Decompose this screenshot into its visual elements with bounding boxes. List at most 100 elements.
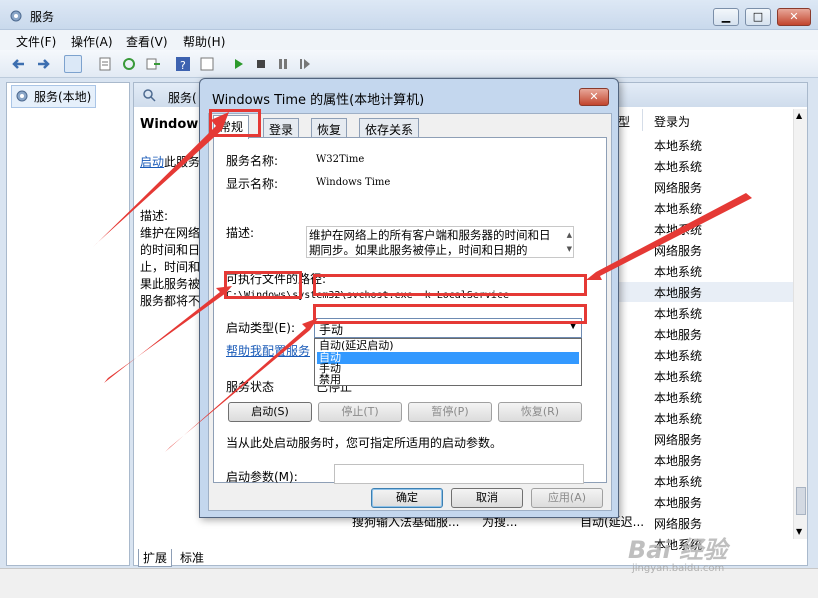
- column-header-startup-type[interactable]: 型: [618, 113, 630, 130]
- help-configure-link[interactable]: 帮助我配置服务: [226, 342, 310, 359]
- tab-standard[interactable]: 标准: [176, 549, 208, 566]
- tab-logon[interactable]: 登录: [263, 118, 300, 138]
- startup-type-label: 启动类型(E):: [226, 321, 295, 335]
- logon-cell[interactable]: 本地服务: [654, 326, 702, 343]
- logon-cell[interactable]: 本地系统: [654, 410, 702, 427]
- start-params-hint: 当从此处启动服务时，您可指定所适用的启动参数。: [226, 436, 503, 450]
- restart-icon[interactable]: [296, 55, 314, 73]
- description-scroll-icon[interactable]: ▲ ▼: [567, 228, 572, 256]
- show-tree-icon[interactable]: [64, 55, 82, 73]
- tab-extended[interactable]: 扩展: [138, 549, 173, 567]
- refresh-icon[interactable]: [120, 55, 138, 73]
- console-tree: 服务(本地): [6, 82, 130, 566]
- scroll-down-icon[interactable]: ▼: [796, 527, 802, 536]
- minimize-button[interactable]: ▁: [713, 8, 739, 26]
- tab-dependencies[interactable]: 依存关系: [359, 118, 420, 138]
- logon-cell[interactable]: 网络服务: [654, 431, 702, 448]
- menu-action[interactable]: 操作(A): [71, 33, 113, 50]
- stop-icon[interactable]: [252, 55, 270, 73]
- start-button[interactable]: 启动(S): [228, 402, 312, 422]
- tree-node-services-local[interactable]: 服务(本地): [11, 85, 97, 108]
- start-service-link[interactable]: 启动: [140, 153, 164, 170]
- service-desc-line: 果此服务被: [140, 277, 201, 291]
- logon-cell[interactable]: 本地系统: [654, 305, 702, 322]
- column-separator[interactable]: [642, 109, 643, 131]
- resume-button[interactable]: 恢复(R): [498, 402, 582, 422]
- logon-cell[interactable]: 本地系统: [654, 389, 702, 406]
- help-icon[interactable]: ?: [174, 55, 192, 73]
- maximize-button[interactable]: □: [745, 8, 771, 26]
- apply-button[interactable]: 应用(A): [531, 488, 603, 508]
- service-name-label: 服务名称:: [226, 154, 279, 168]
- startup-type-dropdown: 自动(延迟启动) 自动 手动 禁用: [314, 338, 582, 386]
- dialog-close-button[interactable]: ✕: [579, 88, 609, 106]
- search-icon: [143, 89, 156, 102]
- close-button[interactable]: ✕: [777, 8, 811, 26]
- description-label: 描述:: [226, 226, 255, 240]
- menu-help[interactable]: 帮助(H): [183, 33, 225, 50]
- pause-icon[interactable]: [274, 55, 292, 73]
- cancel-button[interactable]: 取消: [451, 488, 523, 508]
- vertical-scrollbar[interactable]: ▲ ▼: [793, 109, 807, 539]
- logon-cell[interactable]: 本地系统: [654, 137, 702, 154]
- startup-type-value: 手动: [319, 323, 344, 337]
- column-header-logon[interactable]: 登录为: [654, 113, 690, 130]
- scroll-thumb[interactable]: [796, 487, 806, 515]
- logon-cell[interactable]: 本地服务: [654, 452, 702, 469]
- logon-cell[interactable]: 本地服务: [654, 284, 702, 301]
- title-bar: 服务 ▁ □ ✕: [0, 0, 818, 30]
- tree-node-label: 服务(本地): [34, 90, 92, 104]
- logon-cell[interactable]: 网络服务: [654, 242, 702, 259]
- logon-cell[interactable]: 本地系统: [654, 158, 702, 175]
- logon-cell[interactable]: 本地系统: [654, 473, 702, 490]
- services-gear-icon: [16, 90, 28, 102]
- service-desc-line: 服务都将不: [140, 294, 201, 308]
- start-service-suffix: 此服务: [164, 155, 201, 169]
- description-box[interactable]: 维护在网络上的所有客户端和服务器的时间和日期同步。如果此服务被停止，时间和日期的…: [306, 226, 574, 258]
- service-status-label: 服务状态: [226, 380, 275, 394]
- back-arrow-icon[interactable]: [10, 55, 28, 73]
- pause-button[interactable]: 暂停(P): [408, 402, 492, 422]
- service-desc-line: 的时间和日: [140, 243, 201, 257]
- dialog-title: Windows Time 的属性(本地计算机): [212, 93, 425, 108]
- startup-option-auto-delayed[interactable]: 自动(延迟启动): [317, 340, 579, 352]
- scroll-up-icon[interactable]: ▲: [796, 111, 802, 120]
- display-name-value: Windows Time: [316, 177, 391, 188]
- logon-cell[interactable]: 本地系统: [654, 221, 702, 238]
- console-icon[interactable]: [198, 55, 216, 73]
- start-params-input[interactable]: [334, 464, 584, 484]
- window-title: 服务: [30, 10, 55, 24]
- selected-row-highlight: [612, 282, 794, 302]
- export-list-icon[interactable]: [144, 55, 162, 73]
- toolbar: ?: [0, 50, 818, 78]
- logon-cell[interactable]: 本地系统: [654, 347, 702, 364]
- selected-service-name: Windows: [140, 117, 207, 132]
- annotation-box-startup-select: [313, 274, 587, 296]
- service-name-value: W32Time: [316, 154, 365, 165]
- properties-sheet-icon[interactable]: [96, 55, 114, 73]
- services-gear-icon: [10, 10, 22, 22]
- service-desc-line: 描述:: [140, 209, 169, 223]
- logon-cell[interactable]: 本地系统: [654, 368, 702, 385]
- service-desc-line: 止，时间和: [140, 260, 201, 274]
- play-icon[interactable]: [230, 55, 248, 73]
- menu-view[interactable]: 查看(V): [126, 33, 168, 50]
- startup-option-disabled[interactable]: 禁用: [317, 374, 579, 386]
- logon-cell[interactable]: 本地系统: [654, 200, 702, 217]
- svg-text:?: ?: [180, 59, 186, 72]
- baidu-watermark-url: jingyan.baidu.com: [632, 563, 725, 574]
- logon-cell[interactable]: 本地系统: [654, 263, 702, 280]
- display-name-label: 显示名称:: [226, 177, 279, 191]
- start-params-label: 启动参数(M):: [226, 470, 298, 484]
- forward-arrow-icon[interactable]: [34, 55, 52, 73]
- logon-cell[interactable]: 网络服务: [654, 179, 702, 196]
- service-desc-line: 维护在网络: [140, 226, 201, 240]
- services-pane-title: 服务(: [168, 91, 197, 105]
- annotation-box-startup-label: [224, 271, 302, 299]
- annotation-box-auto-option: [313, 304, 587, 324]
- stop-button[interactable]: 停止(T): [318, 402, 402, 422]
- ok-button[interactable]: 确定: [371, 488, 443, 508]
- logon-cell[interactable]: 本地服务: [654, 494, 702, 511]
- tab-recovery[interactable]: 恢复: [311, 118, 348, 138]
- menu-file[interactable]: 文件(F): [16, 33, 56, 50]
